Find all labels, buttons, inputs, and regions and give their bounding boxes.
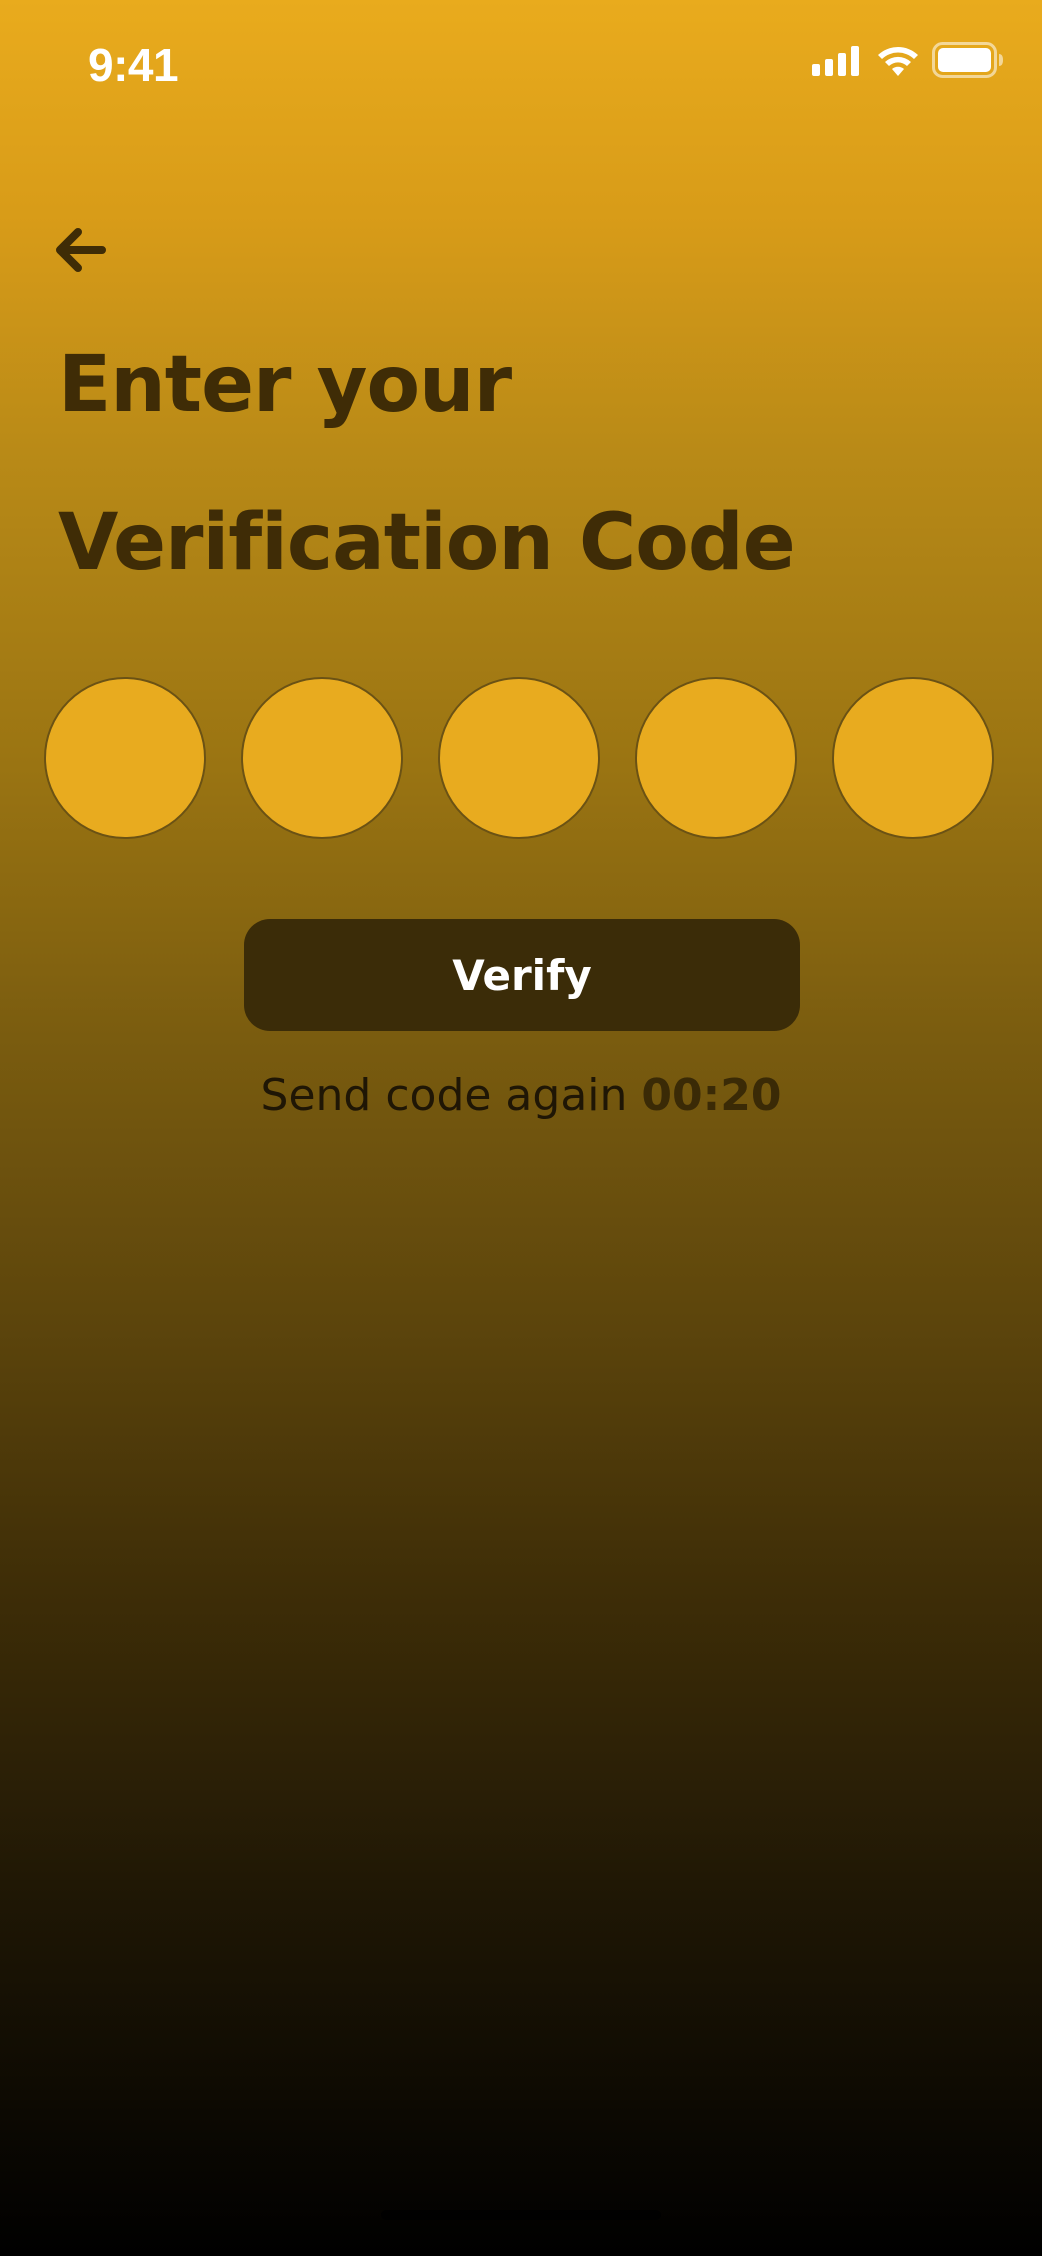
verify-button[interactable]: Verify [244, 919, 800, 1031]
otp-digit-1[interactable] [44, 677, 206, 839]
page-title-line-1: Enter your [58, 340, 512, 430]
otp-digit-4[interactable] [635, 677, 797, 839]
verification-screen: 9:41 Enter your Verification Code Verify… [0, 0, 1042, 2256]
otp-digit-3[interactable] [438, 677, 600, 839]
wifi-icon [878, 47, 918, 76]
send-code-again-link[interactable]: Send code again [261, 1070, 628, 1121]
signal-icon [812, 46, 859, 76]
resend-code-row: Send code again 00:20 [0, 1070, 1042, 1121]
back-button[interactable] [44, 214, 116, 286]
arrow-left-icon [56, 228, 106, 272]
status-time: 9:41 [88, 39, 179, 91]
otp-digit-2[interactable] [241, 677, 403, 839]
otp-digit-5[interactable] [832, 677, 994, 839]
home-indicator [381, 2210, 661, 2220]
otp-input-group [44, 677, 998, 839]
resend-countdown-timer: 00:20 [641, 1070, 782, 1121]
battery-icon [932, 42, 1003, 78]
page-title-line-2: Verification Code [58, 498, 796, 588]
